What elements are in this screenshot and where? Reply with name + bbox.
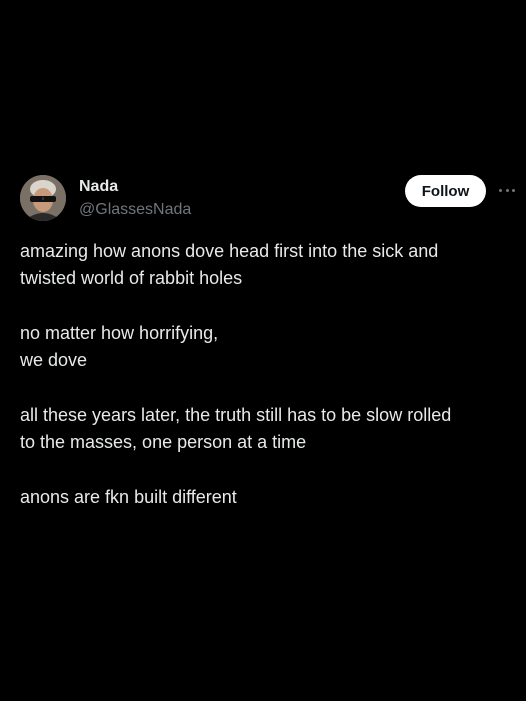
more-horizontal-icon[interactable] <box>497 180 517 200</box>
post-paragraph: no matter how horrifying, we dove <box>20 320 520 374</box>
post-line: all these years later, the truth still h… <box>20 405 452 425</box>
author-handle[interactable]: @GlassesNada <box>79 201 191 219</box>
follow-button[interactable]: Follow <box>405 175 486 207</box>
post-header: Nada @GlassesNada Follow <box>0 170 526 230</box>
post-paragraph: amazing how anons dove head first into t… <box>20 238 520 292</box>
post-paragraph: all these years later, the truth still h… <box>20 402 520 456</box>
post-line: to the masses, one person at a time <box>20 432 307 452</box>
dot <box>499 188 502 192</box>
dot <box>505 188 509 192</box>
post-text: amazing how anons dove head first into t… <box>20 238 520 539</box>
post-line: twisted world of rabbit holes <box>20 268 243 288</box>
post-line: no matter how horrifying, <box>20 323 219 343</box>
post-line: we dove <box>20 350 88 370</box>
post: Nada @GlassesNada Follow amazing how ano… <box>0 170 526 507</box>
dot <box>512 188 515 192</box>
author-display-name[interactable]: Nada <box>79 178 118 196</box>
post-line: anons are fkn built different <box>20 487 237 507</box>
post-paragraph: anons are fkn built different <box>20 484 520 511</box>
user-avatar-icon <box>20 175 66 221</box>
avatar[interactable] <box>20 175 66 221</box>
post-line: amazing how anons dove head first into t… <box>20 241 439 261</box>
